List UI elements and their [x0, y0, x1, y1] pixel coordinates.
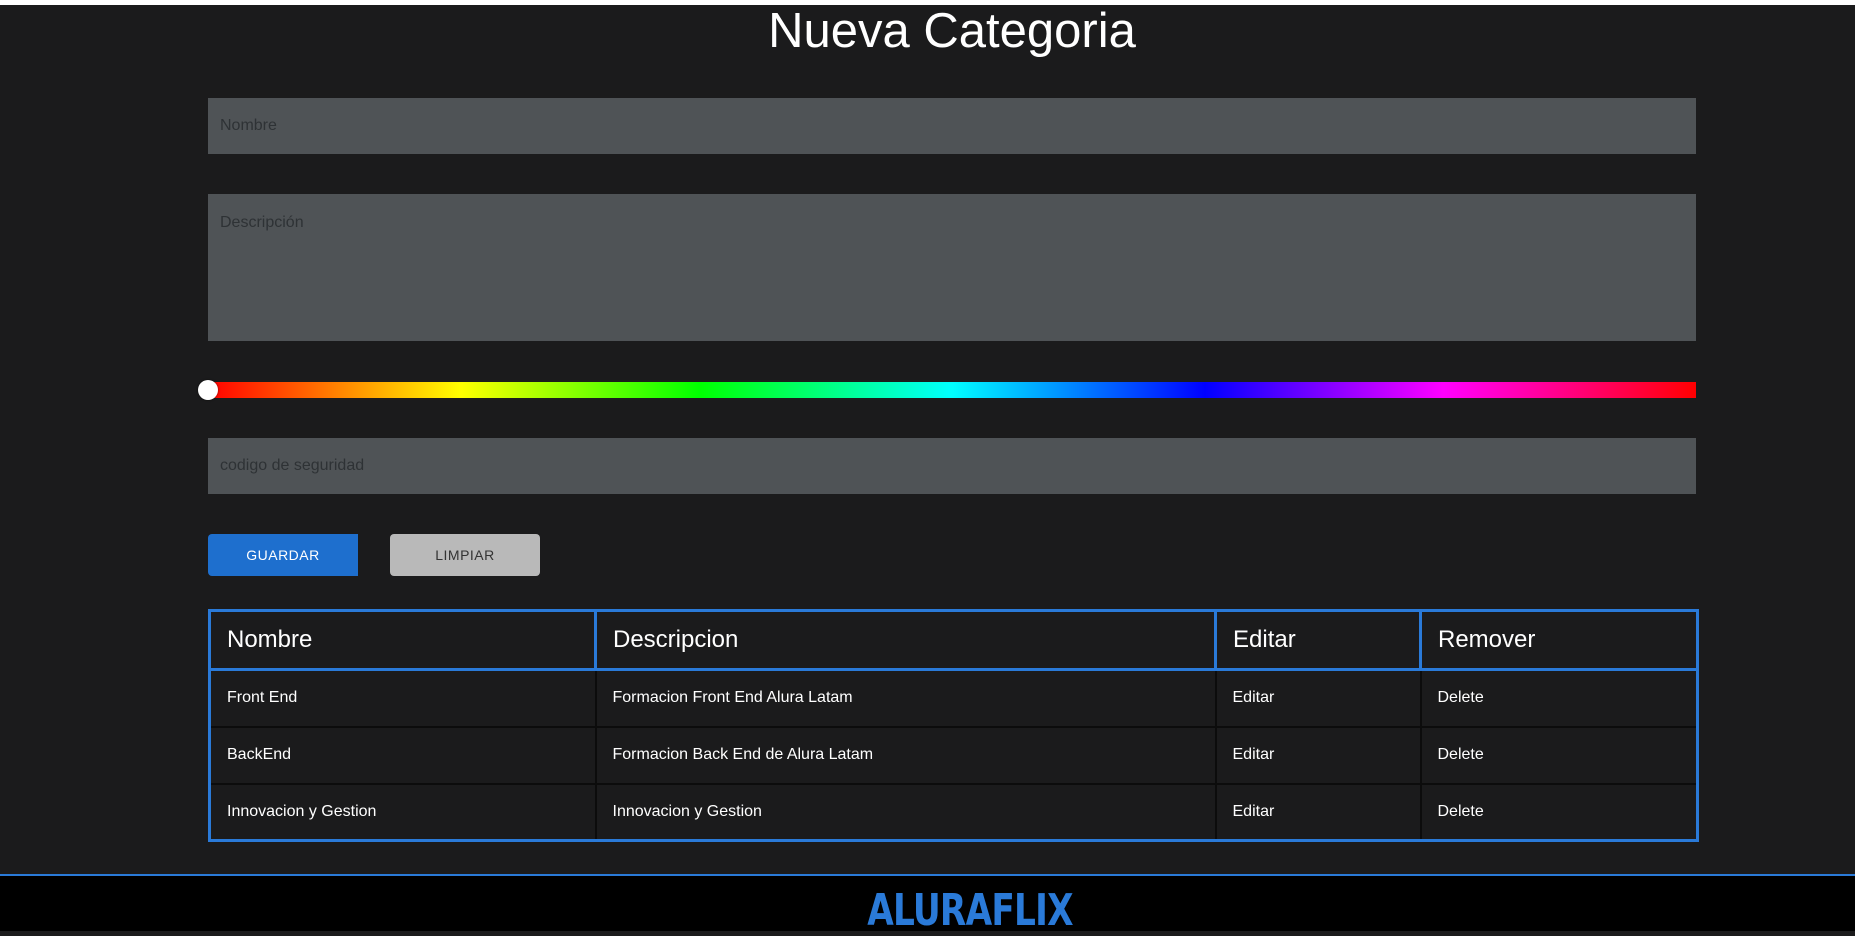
cell-description: Formacion Back End de Alura Latam: [594, 726, 1216, 785]
cell-description: Formacion Front End Alura Latam: [594, 669, 1216, 728]
cell-name: BackEnd: [209, 726, 596, 785]
delete-button[interactable]: Delete: [1419, 669, 1698, 728]
page-title: Nueva Categoria: [768, 4, 1136, 58]
table-row: Front End Formacion Front End Alura Lata…: [209, 669, 1698, 728]
description-textarea[interactable]: [208, 194, 1696, 341]
edit-button[interactable]: Editar: [1214, 669, 1421, 728]
table-row: BackEnd Formacion Back End de Alura Lata…: [209, 726, 1698, 785]
header-remover: Remover: [1419, 609, 1699, 671]
name-input[interactable]: [208, 98, 1696, 154]
edit-button[interactable]: Editar: [1214, 726, 1421, 785]
header-editar: Editar: [1214, 609, 1422, 671]
color-hue-slider[interactable]: [208, 382, 1696, 398]
header-nombre: Nombre: [208, 609, 597, 671]
delete-button[interactable]: Delete: [1419, 726, 1698, 785]
table-row: Innovacion y Gestion Innovacion y Gestio…: [210, 783, 1698, 841]
categories-table-container: Nombre Descripcion Editar Remover Front …: [208, 609, 1699, 842]
cell-description: Innovacion y Gestion: [594, 783, 1216, 841]
aluraflix-logo[interactable]: ALURAFLIX: [213, 886, 1726, 936]
categories-table: Nombre Descripcion Editar Remover Front …: [208, 609, 1699, 842]
cell-name: Innovacion y Gestion: [227, 802, 377, 820]
security-code-input[interactable]: [208, 438, 1696, 494]
header-descripcion: Descripcion: [594, 609, 1217, 671]
clear-button[interactable]: LIMPIAR: [390, 534, 540, 576]
save-button[interactable]: GUARDAR: [208, 534, 358, 576]
cell-name: Front End: [209, 669, 596, 728]
table-header-row: Nombre Descripcion Editar Remover: [208, 609, 1699, 671]
color-slider-thumb[interactable]: [198, 380, 218, 400]
footer: ALURAFLIX: [0, 874, 1855, 936]
edit-button[interactable]: Editar: [1214, 783, 1421, 841]
delete-button[interactable]: Delete: [1419, 783, 1698, 841]
